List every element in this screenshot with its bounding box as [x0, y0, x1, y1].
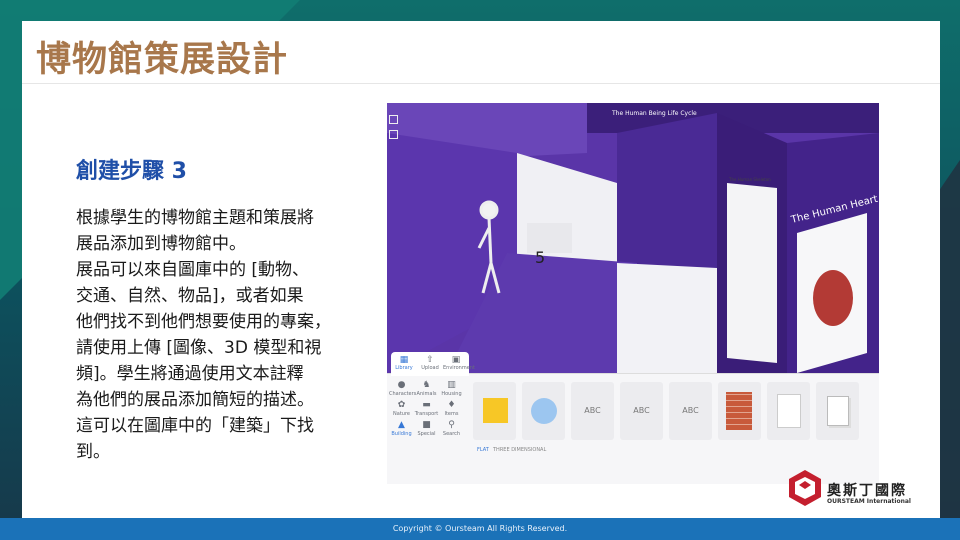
filter-three-dimensional[interactable]: THREE DIMENSIONAL: [493, 447, 546, 453]
step-description: 根據學生的博物館主題和策展將 展品添加到博物館中。 展品可以來自圖庫中的 [動物…: [76, 205, 366, 465]
filter-flat[interactable]: FLAT: [477, 447, 489, 453]
upload-icon: ⇧: [426, 355, 434, 365]
category-label: Search: [442, 431, 461, 437]
panel-tabs: ▦ Library ⇧ Upload ▣ Environment: [391, 352, 475, 376]
library-panel: ▦ Library ⇧ Upload ▣ Environment ● Charac…: [387, 352, 879, 484]
outline-text-sample: ABC: [682, 406, 699, 415]
description-line: 展品添加到博物館中。: [76, 234, 246, 254]
category-transport[interactable]: ▬ Transport: [414, 400, 439, 417]
description-line: 為他們的展品添加簡短的描述。: [76, 390, 314, 410]
description-line: 到。: [76, 442, 110, 462]
copyright-text: Copyright © Oursteam All Rights Reserved…: [392, 524, 568, 533]
category-characters[interactable]: ● Characters: [389, 380, 417, 397]
person-icon: ●: [397, 380, 406, 390]
category-label: Characters: [389, 391, 417, 397]
panel-heading: The Human Skeleton: [728, 177, 771, 182]
flower-icon: ✿: [397, 400, 406, 410]
logo-mark-icon: [789, 470, 821, 506]
asset-tile-square[interactable]: [473, 382, 516, 440]
asset-tile-brick[interactable]: [718, 382, 761, 440]
asset-tile-text-card[interactable]: ABC: [620, 382, 663, 440]
description-line: 展品可以來自圖庫中的 [動物、: [76, 260, 310, 280]
pedestal-number: 5: [535, 248, 545, 267]
category-label: Animals: [416, 391, 437, 397]
description-line: 他們找不到他們想要使用的專案，: [76, 312, 331, 332]
viewport-tools: [389, 115, 398, 145]
company-logo: 奧斯丁國際 OURSTEAM International: [789, 470, 939, 510]
category-nature[interactable]: ✿ Nature: [389, 400, 414, 417]
yellow-square-shape: [483, 398, 508, 423]
text-sample: ABC: [584, 406, 601, 415]
category-items[interactable]: ♦ Items: [439, 400, 464, 417]
dog-icon: ♞: [422, 380, 431, 390]
search-icon: ⚲: [448, 420, 455, 430]
image-icon: ▣: [451, 355, 461, 365]
tab-label: Library: [395, 365, 413, 371]
panel-shape: [777, 394, 801, 428]
tab-upload[interactable]: ⇧ Upload: [417, 352, 443, 376]
category-label: Nature: [393, 411, 410, 417]
description-line: 請使用上傳 [圖像、3D 模型和視: [76, 338, 322, 358]
tab-label: Upload: [421, 365, 439, 371]
museum-editor-screenshot: The Human Being Life Cycle The Human Hea…: [387, 103, 879, 484]
category-label: Special: [417, 431, 436, 437]
shapes-icon: ▲: [398, 420, 405, 430]
category-grid: ● Characters ♞ Animals ▥ Housing ✿ Nature ▬ T…: [389, 380, 465, 437]
banner-label: The Human Being Life Cycle: [611, 110, 697, 117]
category-special[interactable]: ■ Special: [414, 420, 439, 437]
title-divider: [22, 83, 940, 84]
asset-tiles: ABC ABC ABC: [473, 382, 859, 440]
category-building[interactable]: ▲ Building: [389, 420, 414, 437]
category-label: Items: [444, 411, 459, 417]
category-search[interactable]: ⚲ Search: [439, 420, 464, 437]
tab-environment[interactable]: ▣ Environment: [443, 352, 475, 376]
footer-bar: Copyright © Oursteam All Rights Reserved…: [0, 518, 960, 540]
asset-tile-outline-text[interactable]: ABC: [669, 382, 712, 440]
grid-icon: ▦: [399, 355, 409, 365]
list-icon[interactable]: [389, 130, 398, 139]
logo-name: 奧斯丁國際: [827, 483, 907, 499]
camera-icon: ■: [422, 420, 431, 430]
block-shape: [827, 396, 849, 426]
car-icon: ▬: [422, 400, 431, 410]
tab-library[interactable]: ▦ Library: [391, 352, 417, 376]
category-animals[interactable]: ♞ Animals: [414, 380, 439, 397]
asset-tile-panel[interactable]: [767, 382, 810, 440]
slide-canvas: 博物館策展設計 創建步驟 3 根據學生的博物館主題和策展將 展品添加到博物館中。…: [22, 21, 940, 518]
layers-icon[interactable]: [389, 115, 398, 124]
item-icon: ♦: [447, 400, 456, 410]
asset-tile-block[interactable]: [816, 382, 859, 440]
category-label: Housing: [441, 391, 462, 397]
step-heading: 創建步驟 3: [76, 159, 187, 184]
logo-subtitle: OURSTEAM International: [827, 498, 911, 505]
description-line: 交通、自然、物品]，或者如果: [76, 286, 304, 306]
text-card-sample: ABC: [633, 406, 650, 415]
building-icon: ▥: [447, 380, 456, 390]
blue-circle-shape: [531, 398, 557, 424]
category-housing[interactable]: ▥ Housing: [439, 380, 464, 397]
category-label: Transport: [414, 411, 439, 417]
description-line: 這可以在圖庫中的「建築」下找: [76, 416, 314, 436]
brick-wall-shape: [726, 392, 752, 430]
tab-label: Environment: [443, 365, 475, 371]
asset-tile-circle[interactable]: [522, 382, 565, 440]
category-label: Building: [391, 431, 412, 437]
slide-title: 博物館策展設計: [36, 40, 289, 80]
description-line: 根據學生的博物館主題和策展將: [76, 208, 314, 228]
asset-tile-text[interactable]: ABC: [571, 382, 614, 440]
description-line: 頻]。學生將通過使用文本註釋: [76, 364, 304, 384]
museum-3d-scene[interactable]: The Human Being Life Cycle The Human Hea…: [387, 103, 879, 373]
